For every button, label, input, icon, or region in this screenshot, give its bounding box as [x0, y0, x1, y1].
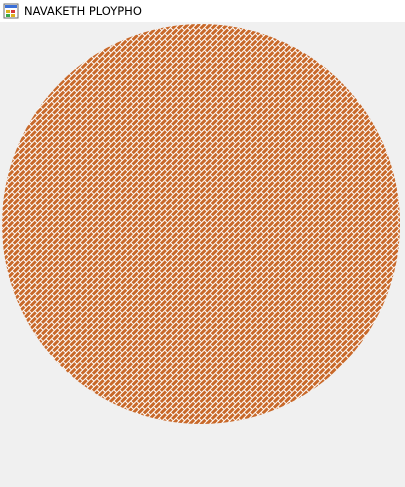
form-app-icon[interactable] — [3, 3, 19, 19]
filled-ellipse — [2, 24, 400, 424]
drawing-canvas — [0, 22, 405, 487]
window-title: NAVAKETH PLOYPHO — [24, 4, 142, 18]
drawing-surface — [2, 24, 400, 424]
app-window: NAVAKETH PLOYPHO — [0, 0, 405, 487]
title-bar[interactable]: NAVAKETH PLOYPHO — [0, 0, 405, 22]
